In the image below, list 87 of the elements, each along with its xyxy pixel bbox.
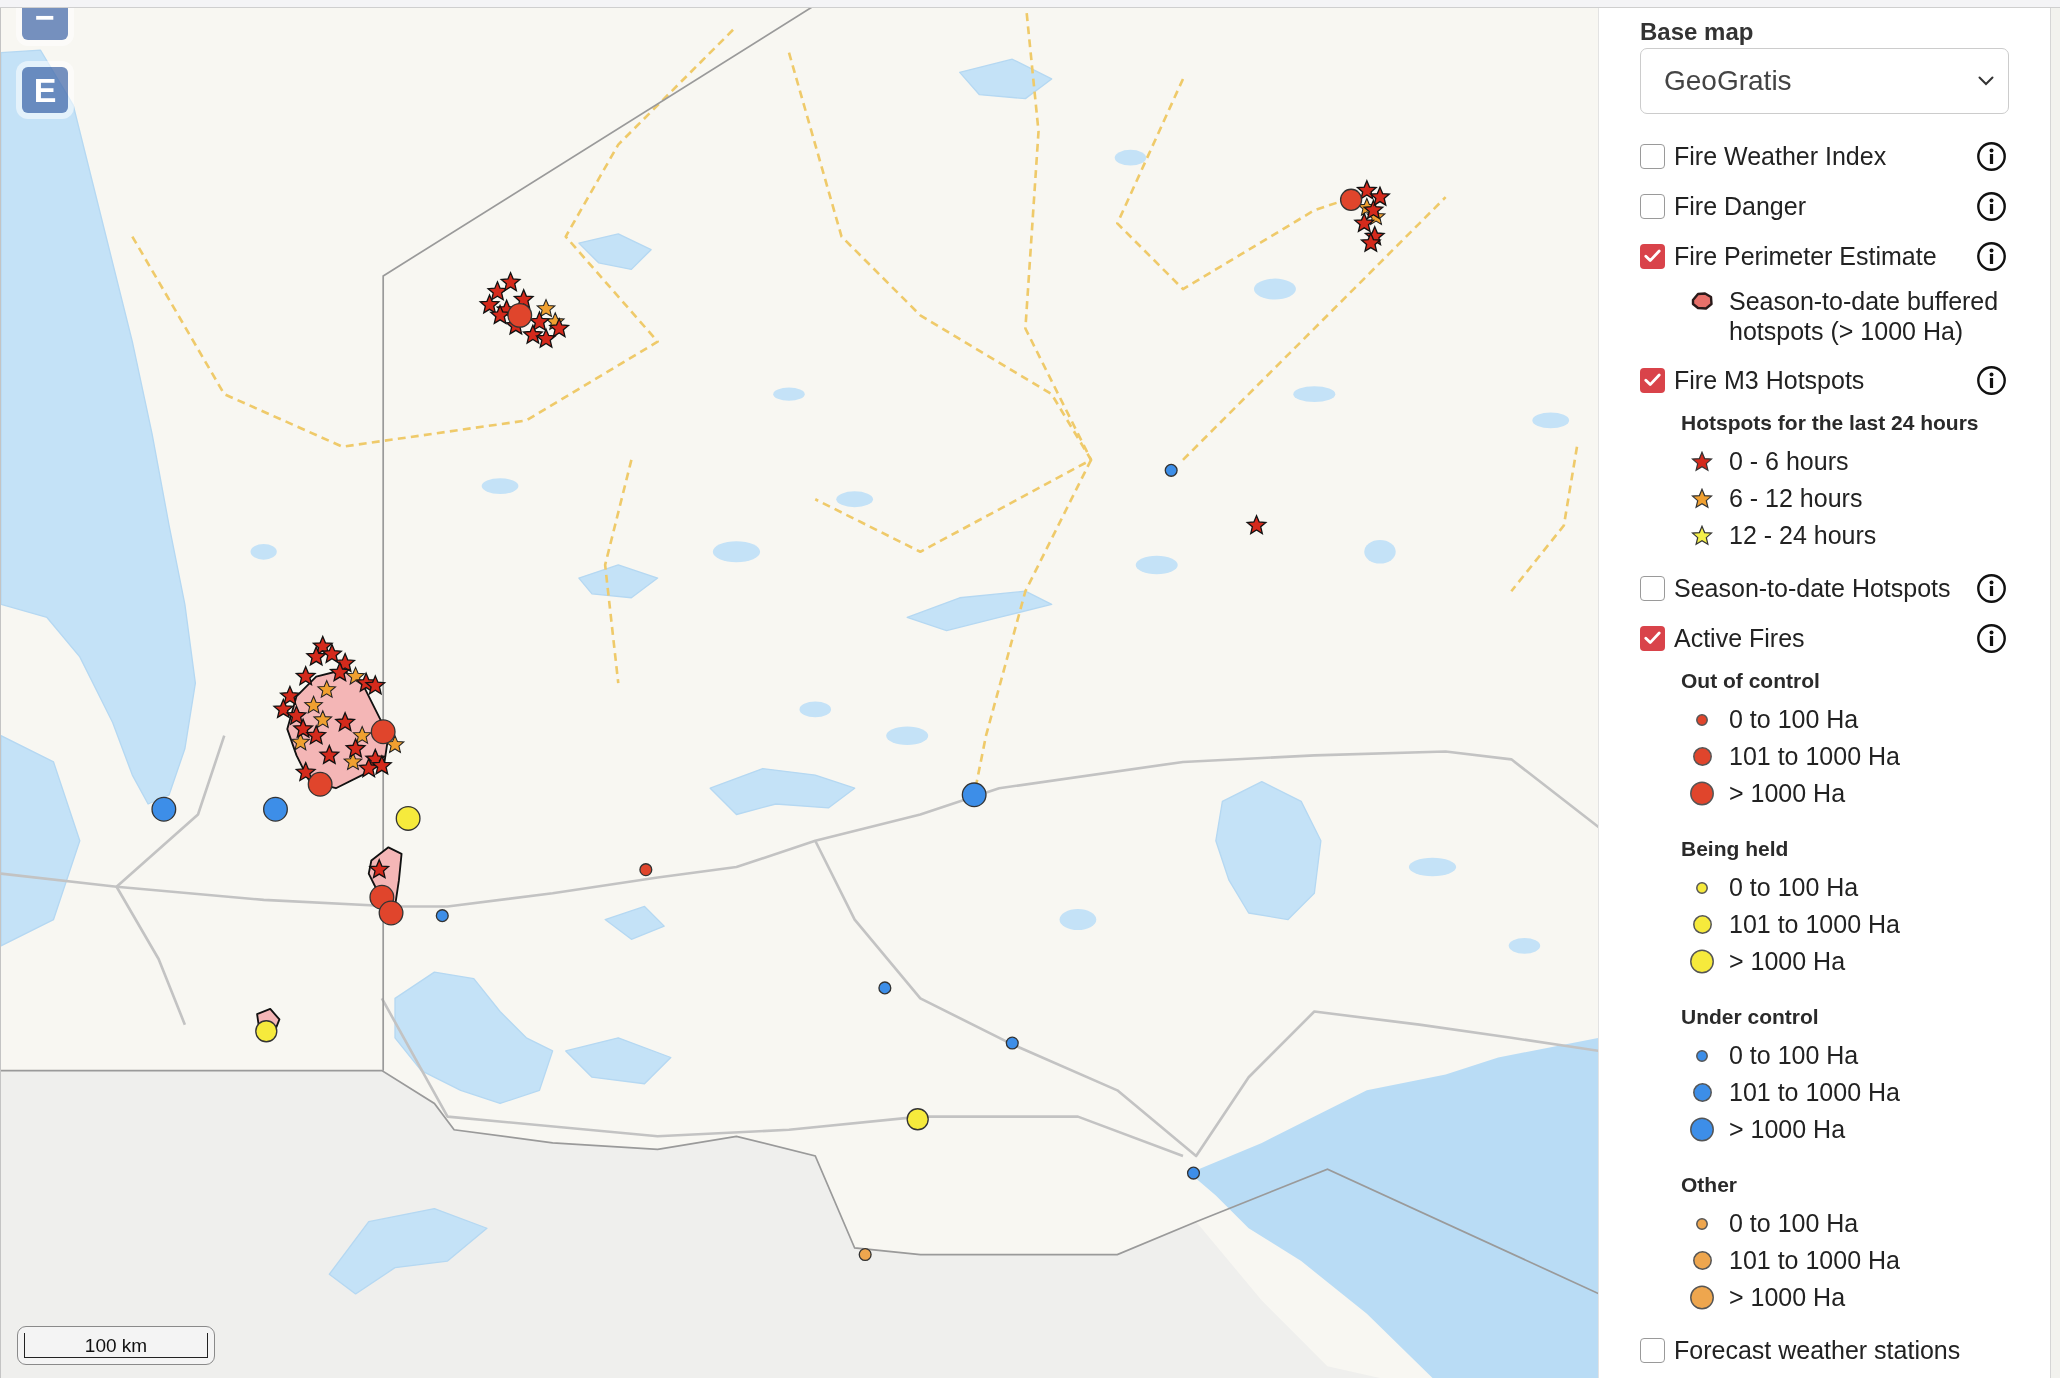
lake	[604, 905, 665, 940]
legend-group-title: Under control	[1680, 1004, 1820, 1030]
info-icon[interactable]	[1977, 365, 2006, 395]
fire-circle-icon	[435, 909, 449, 923]
fire-circle-icon	[961, 782, 987, 808]
fire-circle-icon	[395, 805, 421, 831]
fire-circle-icon	[878, 981, 892, 995]
hotspot-cluster-icon	[272, 634, 406, 790]
lake	[1408, 857, 1457, 877]
info-icon[interactable]	[1977, 241, 2006, 271]
chevron-down-icon	[1978, 76, 1994, 86]
lake	[1114, 149, 1147, 166]
map-control-button[interactable]: −	[22, 8, 68, 40]
fire-circle-icon	[906, 1108, 929, 1131]
lake	[1059, 909, 1097, 931]
info-icon[interactable]	[1977, 623, 2006, 653]
lake	[886, 726, 929, 745]
lake	[712, 541, 761, 563]
info-icon[interactable]	[1977, 573, 2006, 603]
layer-label: Fire M3 Hotspots	[1674, 365, 1866, 395]
legend-label: 6 - 12 hours	[1729, 483, 1863, 514]
base-map-select[interactable]: GeoGratis	[1640, 48, 2009, 114]
fire-circle-icon	[370, 719, 396, 745]
checkbox[interactable]	[1640, 575, 1665, 601]
legend-group-title: Out of control	[1680, 668, 1821, 694]
checkmark-icon	[1644, 631, 1661, 645]
checkbox[interactable]	[1640, 367, 1665, 393]
checkbox[interactable]	[1640, 193, 1665, 219]
legend-label: Season-to-date buffered hotspots (> 1000 Ha)	[1729, 286, 2000, 346]
layer-label: Fire Perimeter Estimate	[1674, 241, 1938, 271]
fire-circle-icon	[1164, 463, 1178, 477]
layer-label: Active Fires	[1674, 623, 1806, 653]
checkbox[interactable]	[1640, 625, 1665, 651]
layer-label: Season-to-date Hotspots	[1674, 573, 1952, 603]
legend-label: 101 to 1000 Ha	[1729, 1245, 1900, 1276]
legend-label: 0 to 100 Ha	[1729, 1040, 1859, 1071]
checkbox[interactable]	[1640, 143, 1665, 169]
legend-group-title: Hotspots for the last 24 hours	[1680, 410, 1980, 436]
lake	[481, 478, 519, 494]
legend-label: > 1000 Ha	[1729, 1282, 1846, 1313]
lake	[1253, 278, 1296, 300]
lake	[799, 701, 831, 718]
layer-label: Forecast weather stations	[1674, 1335, 1962, 1365]
legend-label: 0 to 100 Ha	[1729, 872, 1859, 903]
legend-label: 0 - 6 hours	[1729, 446, 1849, 477]
lake	[1508, 937, 1541, 954]
panel-title: Base map	[1640, 17, 1755, 47]
layer-label: Fire Danger	[1674, 191, 1807, 221]
lake	[1364, 540, 1396, 564]
checkbox[interactable]	[1640, 243, 1665, 269]
fire-circle-icon	[378, 900, 404, 926]
lake	[773, 387, 805, 401]
legend-label: 101 to 1000 Ha	[1729, 741, 1900, 772]
legend-label: 12 - 24 hours	[1729, 520, 1877, 551]
fire-circle-icon	[858, 1247, 872, 1262]
lake	[1532, 412, 1570, 429]
lake	[1135, 555, 1178, 575]
legend-label: 101 to 1000 Ha	[1729, 1077, 1900, 1108]
lake	[250, 543, 277, 560]
scale-bar: 100 km	[17, 1326, 215, 1365]
checkmark-icon	[1644, 249, 1661, 263]
fire-circle-icon	[639, 863, 653, 877]
legend-label: > 1000 Ha	[1729, 946, 1846, 977]
fire-circle-icon	[507, 302, 533, 328]
checkbox[interactable]	[1640, 1337, 1665, 1363]
info-icon[interactable]	[1977, 141, 2006, 171]
legend-group-title: Other	[1680, 1172, 1738, 1198]
hotspot-star-icon	[1245, 513, 1268, 535]
legend-group-title: Being held	[1680, 836, 1790, 862]
lake	[836, 491, 874, 508]
layer-label: Fire Weather Index	[1674, 141, 1888, 171]
fire-circle-icon	[307, 771, 333, 797]
legend-label: 0 to 100 Ha	[1729, 704, 1859, 735]
fire-circle-icon	[255, 1020, 278, 1043]
checkmark-icon	[1644, 373, 1661, 387]
fire-circle-icon	[263, 796, 288, 822]
fire-circle-icon	[1005, 1036, 1019, 1050]
fire-circle-icon	[1339, 188, 1363, 211]
legend-label: 0 to 100 Ha	[1729, 1208, 1859, 1239]
map-control-button[interactable]: E	[22, 67, 68, 113]
fire-circle-icon	[151, 796, 177, 822]
legend-label: 101 to 1000 Ha	[1729, 909, 1900, 940]
legend-label: > 1000 Ha	[1729, 778, 1846, 809]
fire-circle-icon	[1186, 1166, 1201, 1180]
legend-label: > 1000 Ha	[1729, 1114, 1846, 1145]
info-icon[interactable]	[1977, 191, 2006, 221]
lake	[1293, 386, 1336, 403]
